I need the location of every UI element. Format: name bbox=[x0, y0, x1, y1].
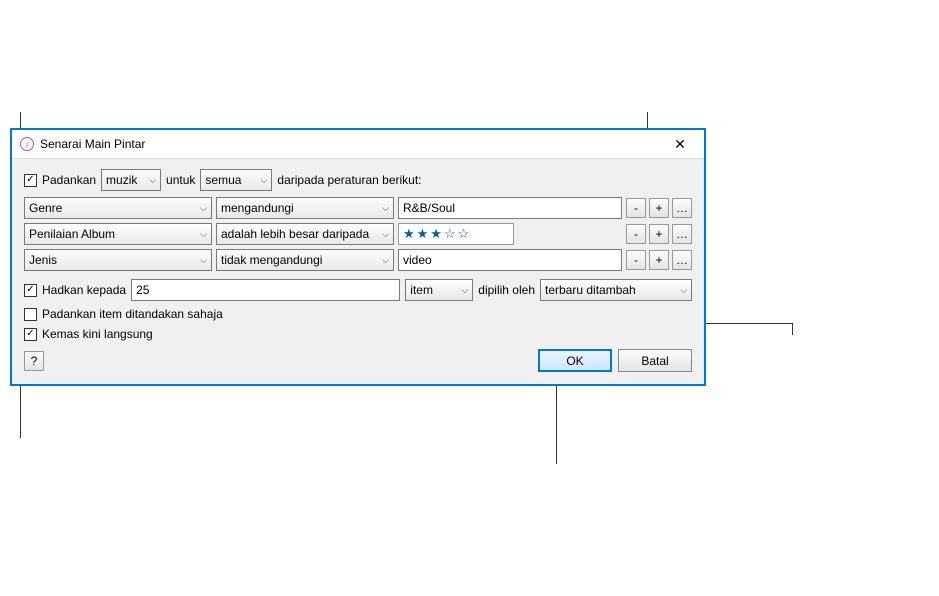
remove-rule-button[interactable]: - bbox=[626, 198, 646, 218]
live-update-row: Kemas kini langsung bbox=[24, 327, 692, 341]
chevron-down-icon: ⌵ bbox=[200, 203, 207, 214]
chevron-down-icon: ⌵ bbox=[200, 229, 207, 240]
match-scope-value: semua bbox=[205, 173, 241, 187]
limit-row: Hadkan kepada 25 item ⌵ dipilih oleh ter… bbox=[24, 279, 692, 301]
add-rule-button[interactable]: + bbox=[649, 224, 669, 244]
rule-field-value: Jenis bbox=[29, 253, 57, 267]
chevron-down-icon: ⌵ bbox=[382, 229, 389, 240]
match-media-select[interactable]: muzik ⌵ bbox=[101, 169, 161, 191]
live-update-checkbox[interactable] bbox=[24, 328, 37, 341]
checked-only-row: Padankan item ditandakan sahaja bbox=[24, 307, 692, 321]
close-button[interactable]: ✕ bbox=[664, 134, 696, 154]
dialog-title: Senarai Main Pintar bbox=[40, 137, 145, 151]
chevron-down-icon: ⌵ bbox=[149, 175, 156, 186]
chevron-down-icon: ⌵ bbox=[680, 285, 687, 296]
chevron-down-icon: ⌵ bbox=[382, 203, 389, 214]
titlebar: ♪ Senarai Main Pintar ✕ bbox=[12, 130, 704, 159]
rule-field-select[interactable]: Jenis ⌵ bbox=[24, 249, 212, 271]
chevron-down-icon: ⌵ bbox=[382, 255, 389, 266]
limit-checkbox[interactable] bbox=[24, 284, 37, 297]
rule-value-text: R&B/Soul bbox=[403, 201, 455, 215]
nest-rule-button[interactable]: … bbox=[672, 224, 692, 244]
app-icon: ♪ bbox=[20, 137, 34, 151]
match-suffix: daripada peraturan berikut: bbox=[277, 173, 421, 187]
ok-label: OK bbox=[566, 354, 583, 368]
add-rule-button[interactable]: + bbox=[649, 198, 669, 218]
minus-icon: - bbox=[634, 228, 638, 240]
plus-icon: + bbox=[655, 228, 662, 240]
limit-count-value: 25 bbox=[136, 283, 149, 297]
minus-icon: - bbox=[634, 202, 638, 214]
cancel-label: Batal bbox=[641, 354, 668, 368]
limit-label: Hadkan kepada bbox=[42, 283, 126, 297]
match-label: Padankan bbox=[42, 173, 96, 187]
match-row: Padankan muzik ⌵ untuk semua ⌵ daripada … bbox=[24, 169, 692, 191]
match-media-value: muzik bbox=[106, 173, 137, 187]
help-button[interactable]: ? bbox=[24, 351, 44, 371]
limit-selected-by-select[interactable]: terbaru ditambah ⌵ bbox=[540, 279, 692, 301]
checked-only-label: Padankan item ditandakan sahaja bbox=[42, 307, 223, 321]
help-icon: ? bbox=[31, 354, 38, 368]
rule-field-value: Genre bbox=[29, 201, 62, 215]
rule-operator-value: adalah lebih besar daripada bbox=[221, 227, 369, 241]
match-scope-select[interactable]: semua ⌵ bbox=[200, 169, 272, 191]
rule-value-input[interactable]: R&B/Soul bbox=[398, 197, 622, 219]
nest-rule-button[interactable]: … bbox=[672, 198, 692, 218]
rule-operator-select[interactable]: adalah lebih besar daripada ⌵ bbox=[216, 223, 394, 245]
checked-only-checkbox[interactable] bbox=[24, 308, 37, 321]
limit-count-input[interactable]: 25 bbox=[131, 279, 400, 301]
chevron-down-icon: ⌵ bbox=[200, 255, 207, 266]
limit-unit-value: item bbox=[410, 283, 433, 297]
rule-value-input[interactable]: video bbox=[398, 249, 622, 271]
rule-value-text: video bbox=[403, 253, 432, 267]
more-icon: … bbox=[676, 202, 688, 214]
rule-field-select[interactable]: Genre ⌵ bbox=[24, 197, 212, 219]
rule-operator-select[interactable]: tidak mengandungi ⌵ bbox=[216, 249, 394, 271]
chevron-down-icon: ⌵ bbox=[461, 285, 468, 296]
rule-row-3: Jenis ⌵ tidak mengandungi ⌵ video - + … bbox=[24, 249, 692, 271]
add-rule-button[interactable]: + bbox=[649, 250, 669, 270]
close-icon: ✕ bbox=[674, 136, 686, 153]
rule-operator-value: tidak mengandungi bbox=[221, 253, 322, 267]
star-rating: ★★★☆☆ bbox=[403, 226, 471, 242]
dialog-content: Padankan muzik ⌵ untuk semua ⌵ daripada … bbox=[12, 159, 704, 384]
remove-rule-button[interactable]: - bbox=[626, 250, 646, 270]
ok-button[interactable]: OK bbox=[538, 349, 612, 372]
chevron-down-icon: ⌵ bbox=[261, 175, 268, 186]
rule-operator-value: mengandungi bbox=[221, 201, 294, 215]
live-update-label: Kemas kini langsung bbox=[42, 327, 153, 341]
more-icon: … bbox=[676, 254, 688, 266]
rule-row-1: Genre ⌵ mengandungi ⌵ R&B/Soul - + … bbox=[24, 197, 692, 219]
nest-rule-button[interactable]: … bbox=[672, 250, 692, 270]
rule-operator-select[interactable]: mengandungi ⌵ bbox=[216, 197, 394, 219]
plus-icon: + bbox=[655, 202, 662, 214]
limit-selected-by-value: terbaru ditambah bbox=[545, 283, 636, 297]
limit-selected-by-label: dipilih oleh bbox=[478, 283, 535, 297]
match-for-label: untuk bbox=[166, 173, 195, 187]
cancel-button[interactable]: Batal bbox=[618, 349, 692, 372]
smart-playlist-dialog: ♪ Senarai Main Pintar ✕ Padankan muzik ⌵… bbox=[10, 128, 706, 386]
remove-rule-button[interactable]: - bbox=[626, 224, 646, 244]
rule-field-select[interactable]: Penilaian Album ⌵ bbox=[24, 223, 212, 245]
plus-icon: + bbox=[655, 254, 662, 266]
rule-row-2: Penilaian Album ⌵ adalah lebih besar dar… bbox=[24, 223, 692, 245]
rule-field-value: Penilaian Album bbox=[29, 227, 115, 241]
more-icon: … bbox=[676, 228, 688, 240]
minus-icon: - bbox=[634, 254, 638, 266]
limit-unit-select[interactable]: item ⌵ bbox=[405, 279, 473, 301]
bottom-row: ? OK Batal bbox=[24, 349, 692, 372]
rule-value-rating[interactable]: ★★★☆☆ bbox=[398, 223, 514, 245]
match-checkbox[interactable] bbox=[24, 174, 37, 187]
